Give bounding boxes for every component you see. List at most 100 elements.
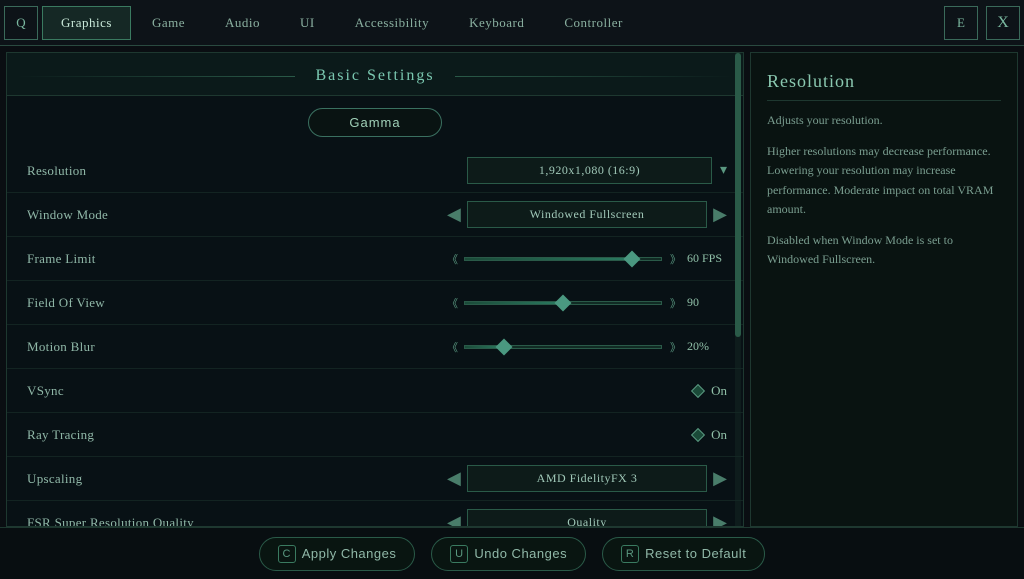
slider-right-arrows[interactable]: 》	[670, 339, 679, 355]
frame-limit-slider: 《 》 60 FPS	[447, 251, 727, 267]
selector-left-arrow[interactable]: ◀	[447, 512, 461, 527]
window-mode-value: Windowed Fullscreen	[467, 201, 707, 228]
setting-row-window-mode: Window Mode ◀ Windowed Fullscreen ▶	[7, 193, 743, 237]
selector-right-arrow[interactable]: ▶	[713, 512, 727, 527]
setting-control-fsr: ◀ Quality ▶	[227, 509, 727, 527]
apply-key-label: C	[278, 545, 296, 563]
scrollbar-thumb[interactable]	[735, 53, 741, 337]
setting-control-motion-blur: 《 》 20%	[227, 339, 727, 355]
tab-accessibility[interactable]: Accessibility	[336, 6, 448, 40]
setting-row-resolution: Resolution 1,920x1,080 (16:9) ▾	[7, 149, 743, 193]
tab-game[interactable]: Game	[133, 6, 204, 40]
slider-value: 90	[687, 295, 727, 310]
setting-control-window-mode: ◀ Windowed Fullscreen ▶	[227, 201, 727, 228]
header-deco-left	[17, 76, 295, 77]
fsr-value: Quality	[467, 509, 707, 527]
setting-label-frame-limit: Frame Limit	[27, 251, 227, 267]
vsync-toggle[interactable]: On	[693, 383, 727, 399]
ray-tracing-toggle[interactable]: On	[693, 427, 727, 443]
setting-control-ray-tracing: On	[227, 427, 727, 443]
tab-ui[interactable]: UI	[281, 6, 334, 40]
nav-right-icon[interactable]: E	[944, 6, 978, 40]
setting-control-upscaling: ◀ AMD FidelityFX 3 ▶	[227, 465, 727, 492]
setting-label-motion-blur: Motion Blur	[27, 339, 227, 355]
selector-left-arrow[interactable]: ◀	[447, 204, 461, 225]
setting-label-vsync: VSync	[27, 383, 227, 399]
slider-right-arrows[interactable]: 》	[670, 295, 679, 311]
undo-key-label: U	[450, 545, 468, 563]
setting-row-vsync: VSync On	[7, 369, 743, 413]
selector-left-arrow[interactable]: ◀	[447, 468, 461, 489]
setting-label-window-mode: Window Mode	[27, 207, 227, 223]
setting-row-motion-blur: Motion Blur 《 》 20%	[7, 325, 743, 369]
slider-left-arrows[interactable]: 《	[447, 295, 456, 311]
tab-audio[interactable]: Audio	[206, 6, 279, 40]
panel-header: Basic Settings	[7, 53, 743, 96]
slider-fill	[465, 302, 563, 304]
setting-control-resolution: 1,920x1,080 (16:9) ▾	[227, 157, 727, 184]
setting-control-frame-limit: 《 》 60 FPS	[227, 251, 727, 267]
apply-changes-button[interactable]: C Apply Changes	[259, 537, 416, 571]
setting-row-frame-limit: Frame Limit 《 》 60 FPS	[7, 237, 743, 281]
slider-handle[interactable]	[555, 294, 572, 311]
motion-blur-slider: 《 》 20%	[447, 339, 727, 355]
main-content: Basic Settings Gamma Resolution 1,920x1,…	[0, 46, 1024, 527]
undo-changes-button[interactable]: U Undo Changes	[431, 537, 586, 571]
slider-value: 60 FPS	[687, 251, 727, 266]
upscaling-value: AMD FidelityFX 3	[467, 465, 707, 492]
setting-control-fov: 《 》 90	[227, 295, 727, 311]
slider-track[interactable]	[464, 345, 662, 349]
slider-value: 20%	[687, 339, 727, 354]
fov-slider: 《 》 90	[447, 295, 727, 311]
right-panel: Resolution Adjusts your resolution. High…	[750, 52, 1018, 527]
slider-left-arrows[interactable]: 《	[447, 251, 456, 267]
bottom-bar: C Apply Changes U Undo Changes R Reset t…	[0, 527, 1024, 579]
resolution-value[interactable]: 1,920x1,080 (16:9)	[467, 157, 712, 184]
selector-right-arrow[interactable]: ▶	[713, 204, 727, 225]
gamma-button[interactable]: Gamma	[308, 108, 441, 137]
slider-track[interactable]	[464, 257, 662, 261]
tab-keyboard[interactable]: Keyboard	[450, 6, 543, 40]
info-desc-3: Disabled when Window Mode is set to Wind…	[767, 231, 1001, 269]
left-panel: Basic Settings Gamma Resolution 1,920x1,…	[6, 52, 744, 527]
info-desc-1: Adjusts your resolution.	[767, 111, 1001, 130]
setting-row-fsr: FSR Super Resolution Quality ◀ Quality ▶	[7, 501, 743, 527]
setting-label-fov: Field Of View	[27, 295, 227, 311]
setting-label-fsr: FSR Super Resolution Quality	[27, 515, 227, 528]
reset-key-label: R	[621, 545, 639, 563]
resolution-dropdown[interactable]: 1,920x1,080 (16:9) ▾	[467, 157, 727, 184]
window-mode-selector: ◀ Windowed Fullscreen ▶	[447, 201, 727, 228]
selector-right-arrow[interactable]: ▶	[713, 468, 727, 489]
fsr-selector: ◀ Quality ▶	[447, 509, 727, 527]
scrollbar[interactable]	[735, 53, 741, 526]
tab-controller[interactable]: Controller	[545, 6, 641, 40]
setting-row-ray-tracing: Ray Tracing On	[7, 413, 743, 457]
nav-tabs: Graphics Game Audio UI Accessibility Key…	[38, 0, 944, 45]
toggle-diamond-icon	[691, 427, 705, 441]
slider-track[interactable]	[464, 301, 662, 305]
slider-left-arrows[interactable]: 《	[447, 339, 456, 355]
upscaling-selector: ◀ AMD FidelityFX 3 ▶	[447, 465, 727, 492]
slider-handle[interactable]	[623, 250, 640, 267]
info-panel-text: Adjusts your resolution. Higher resoluti…	[767, 111, 1001, 269]
info-panel-title: Resolution	[767, 71, 1001, 101]
top-nav: Q Graphics Game Audio UI Accessibility K…	[0, 0, 1024, 46]
panel-title: Basic Settings	[315, 67, 434, 85]
setting-row-fov: Field Of View 《 》 90	[7, 281, 743, 325]
setting-control-vsync: On	[227, 383, 727, 399]
setting-label-upscaling: Upscaling	[27, 471, 227, 487]
slider-right-arrows[interactable]: 》	[670, 251, 679, 267]
dropdown-arrow-icon: ▾	[720, 162, 727, 179]
setting-row-upscaling: Upscaling ◀ AMD FidelityFX 3 ▶	[7, 457, 743, 501]
setting-label-ray-tracing: Ray Tracing	[27, 427, 227, 443]
header-deco-right	[455, 76, 733, 77]
slider-handle[interactable]	[496, 338, 513, 355]
gamma-btn-wrap: Gamma	[7, 96, 743, 145]
tab-graphics[interactable]: Graphics	[42, 6, 131, 40]
slider-fill	[465, 258, 632, 260]
reset-default-button[interactable]: R Reset to Default	[602, 537, 765, 571]
settings-list: Resolution 1,920x1,080 (16:9) ▾ Window M…	[7, 145, 743, 527]
nav-left-icon[interactable]: Q	[4, 6, 38, 40]
toggle-diamond-icon	[691, 383, 705, 397]
close-button[interactable]: X	[986, 6, 1020, 40]
